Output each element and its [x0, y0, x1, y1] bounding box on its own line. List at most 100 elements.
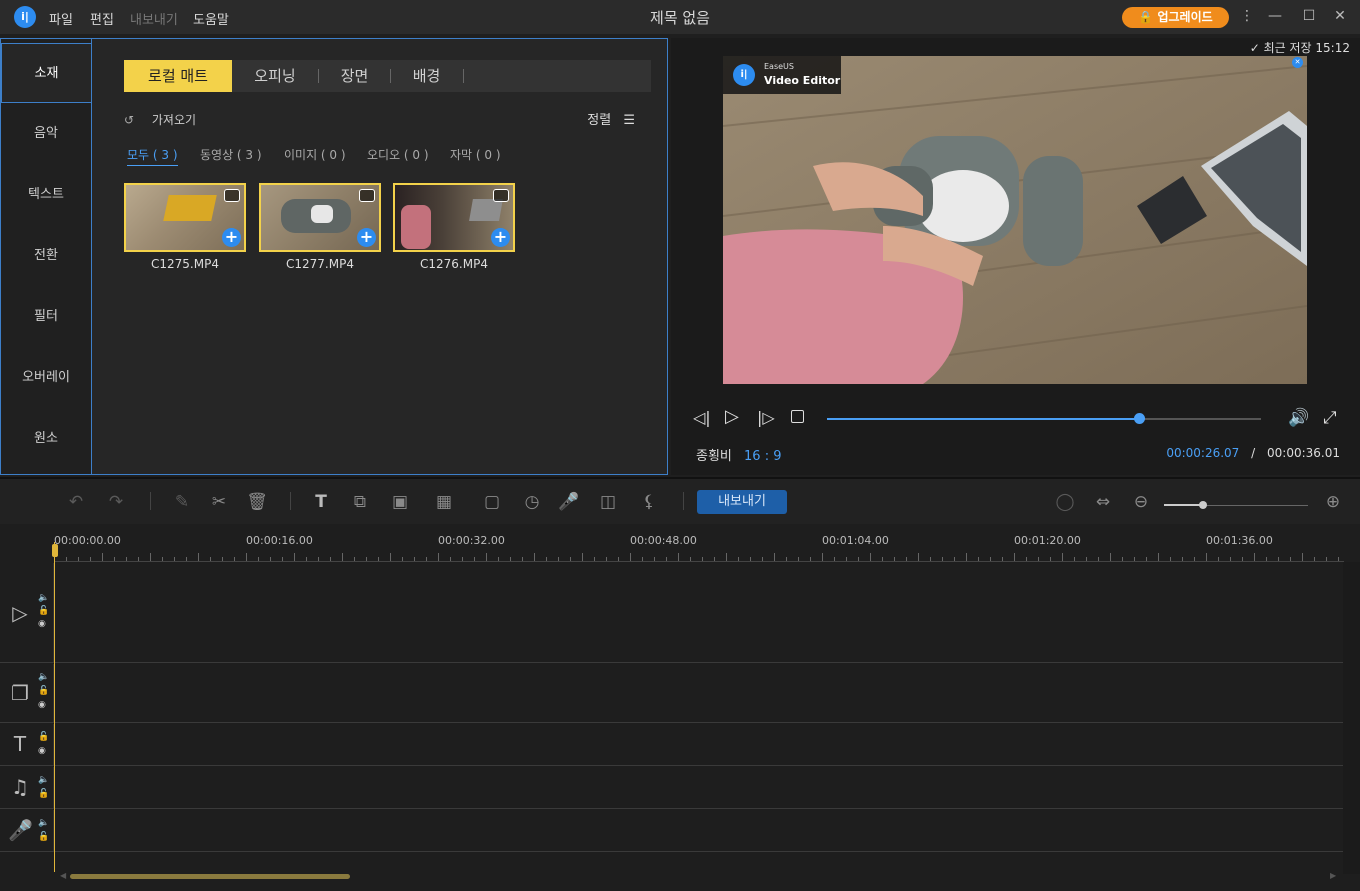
eye-icon[interactable]: ◉ [38, 746, 46, 756]
close-icon[interactable]: ✕ [1331, 8, 1349, 24]
seek-handle[interactable] [1134, 413, 1146, 424]
text-tool-icon[interactable]: T [309, 491, 333, 513]
fit-timeline-icon[interactable]: ⇔ [1091, 491, 1115, 513]
sidebar-item-overlay[interactable]: 오버레이 [1, 348, 91, 408]
sidebar-item-element[interactable]: 원소 [1, 409, 91, 469]
undo-icon[interactable]: ↶ [64, 491, 88, 513]
sort-icon: ☰ [623, 113, 635, 128]
filter-video[interactable]: 동영상 ( 3 ) [200, 146, 262, 163]
fullscreen-icon[interactable]: ⤢ [1323, 408, 1337, 428]
sidebar-item-media[interactable]: 소재 [1, 43, 91, 103]
volume-icon[interactable]: 🔊 [1288, 408, 1309, 428]
filter-image[interactable]: 이미지 ( 0 ) [284, 146, 346, 163]
speaker-icon[interactable]: 🔈 [38, 672, 49, 682]
split-scissors-icon[interactable]: ✂ [207, 491, 231, 513]
media-thumbnail[interactable]: + [259, 183, 381, 252]
overlay-track[interactable]: ❐ 🔈 🔓 ◉ [0, 664, 1343, 723]
video-preview[interactable]: i| EaseUS Video Editor ✕ [723, 56, 1307, 384]
lock-icon[interactable]: 🔓 [38, 832, 49, 842]
playhead-handle[interactable] [52, 544, 58, 557]
playhead[interactable] [54, 542, 55, 872]
text-track[interactable]: T 🔓 ◉ [0, 724, 1343, 766]
lock-icon[interactable]: 🔓 [38, 732, 49, 742]
music-track[interactable]: ♫ 🔈 🔓 [0, 767, 1343, 809]
lock-icon[interactable]: 🔓 [38, 686, 49, 696]
color-fill-icon[interactable]: ⚸ [637, 491, 661, 513]
sidebar-item-filter[interactable]: 필터 [1, 287, 91, 347]
filter-audio[interactable]: 오디오 ( 0 ) [367, 146, 429, 163]
menu-edit[interactable]: 편집 [90, 9, 114, 28]
tab-scene[interactable]: 장면 [322, 60, 387, 92]
time-ruler[interactable]: 00:00:00.00 00:00:16.00 00:00:32.00 00:0… [54, 524, 1344, 562]
eye-icon[interactable]: ◉ [38, 619, 46, 629]
zoom-in-icon[interactable]: ⊕ [1321, 491, 1345, 513]
speed-clock-icon[interactable]: ◷ [520, 491, 544, 513]
speaker-icon[interactable]: 🔈 [38, 775, 49, 785]
last-saved: ✓ 최근 저장 15:12 [1250, 39, 1350, 56]
media-thumbnail[interactable]: + [124, 183, 246, 252]
play-icon[interactable]: ▷ [725, 406, 739, 427]
delete-trash-icon[interactable]: 🗑 [245, 491, 269, 513]
eye-icon[interactable]: ◉ [38, 700, 46, 710]
voice-track[interactable]: 🎤 🔈 🔓 [0, 810, 1343, 852]
seek-bar[interactable] [827, 413, 1261, 424]
sidebar-item-transition[interactable]: 전환 [1, 226, 91, 286]
import-button[interactable]: ↺ 가져오기 [124, 111, 196, 128]
add-to-timeline-button[interactable]: + [222, 228, 241, 247]
ruler-tick [1002, 557, 1003, 561]
sidebar-item-music[interactable]: 음악 [1, 104, 91, 164]
next-frame-icon[interactable]: |▷ [757, 408, 775, 427]
menu-export[interactable]: 내보내기 [130, 9, 178, 28]
video-type-icon [493, 189, 509, 202]
voiceover-mic-icon[interactable]: 🎤 [557, 491, 581, 513]
scroll-right-icon[interactable]: ▶ [1330, 871, 1336, 880]
ruler-tick [774, 553, 775, 561]
sort-button[interactable]: 정렬 ☰ [587, 109, 635, 128]
ruler-tick [558, 557, 559, 561]
maximize-icon[interactable]: ☐ [1300, 8, 1318, 24]
add-to-timeline-button[interactable]: + [357, 228, 376, 247]
vertical-scrollbar[interactable] [1343, 562, 1360, 874]
lock-icon[interactable]: 🔓 [38, 606, 49, 616]
tab-local-media[interactable]: 로컬 매트 [124, 60, 232, 92]
mosaic-icon[interactable]: ▦ [432, 491, 456, 513]
tab-background[interactable]: 배경 [394, 60, 459, 92]
tab-opening[interactable]: 오피닝 [240, 60, 310, 92]
ruler-tick [486, 553, 487, 561]
freeze-frame-icon[interactable]: ▢ [480, 491, 504, 513]
filter-all[interactable]: 모두 ( 3 ) [127, 146, 178, 166]
crop-icon[interactable]: ⧉ [348, 491, 372, 513]
ruler-tick [258, 557, 259, 561]
speaker-icon[interactable]: 🔈 [38, 818, 49, 828]
speaker-icon[interactable]: 🔈 [38, 593, 49, 603]
media-thumbnail[interactable]: + [393, 183, 515, 252]
aspect-ratio[interactable]: 종횡비 16 : 9 [696, 445, 782, 464]
video-track[interactable]: ▷ 🔈 🔓 ◉ [0, 563, 1343, 663]
ruler-tick [534, 553, 535, 561]
track-header: 🎤 🔈 🔓 [0, 810, 54, 851]
watermark-close-icon[interactable]: ✕ [1292, 57, 1303, 68]
add-to-timeline-button[interactable]: + [491, 228, 510, 247]
ruler-tick [798, 557, 799, 561]
menu-help[interactable]: 도움말 [193, 9, 229, 28]
edit-pencil-icon[interactable]: ✎ [170, 491, 194, 513]
redo-icon[interactable]: ↷ [104, 491, 128, 513]
webcam-record-icon[interactable]: ◫ [596, 491, 620, 513]
more-icon[interactable]: ⋮ [1238, 8, 1256, 24]
horizontal-scrollbar[interactable] [70, 874, 350, 879]
marker-icon[interactable]: ◯ [1053, 491, 1077, 513]
export-button[interactable]: 내보내기 [697, 490, 787, 514]
zoom-slider-handle[interactable] [1198, 501, 1207, 509]
stop-icon[interactable] [791, 410, 804, 423]
filter-subtitle[interactable]: 자막 ( 0 ) [450, 146, 501, 163]
zoom-out-icon[interactable]: ⊖ [1129, 491, 1153, 513]
lock-icon[interactable]: 🔓 [38, 789, 49, 799]
zoom-frame-icon[interactable]: ▣ [388, 491, 412, 513]
ruler-tick [510, 557, 511, 561]
previous-frame-icon[interactable]: ◁| [693, 408, 711, 427]
scroll-left-icon[interactable]: ◀ [60, 871, 66, 880]
menu-file[interactable]: 파일 [49, 9, 73, 28]
upgrade-button[interactable]: 🔒 업그레이드 [1122, 7, 1229, 28]
sidebar-item-text[interactable]: 텍스트 [1, 165, 91, 225]
minimize-icon[interactable]: — [1266, 8, 1284, 24]
